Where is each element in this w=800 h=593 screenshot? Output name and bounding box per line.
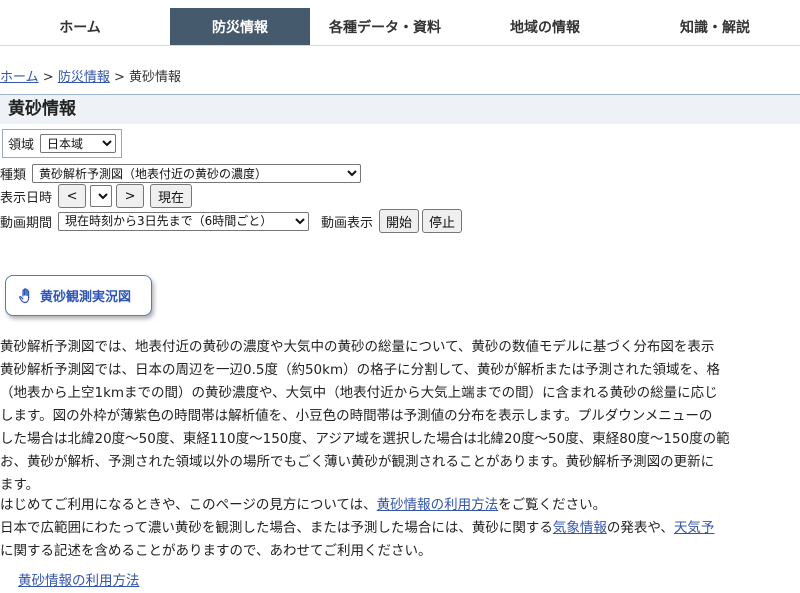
breadcrumb-bosai-link[interactable]: 防災情報 — [58, 70, 110, 85]
prev-button[interactable]: < — [58, 184, 87, 208]
animation-label: 動画表示 — [321, 215, 374, 231]
usage-guide-link[interactable]: 黄砂情報の利用方法 — [377, 497, 499, 513]
breadcrumb-current: 黄砂情報 — [129, 70, 182, 85]
region-label: 領域 — [8, 138, 35, 153]
nav-home[interactable]: ホーム — [0, 8, 160, 45]
description-paragraph: 黄砂解析予測図では、地表付近の黄砂の濃度や大気中の黄砂の総量について、黄砂の数値… — [0, 336, 800, 497]
datetime-select[interactable] — [90, 185, 113, 207]
type-label: 種類 — [0, 168, 27, 183]
observation-chart-button[interactable]: 黄砂観測実況図 — [5, 275, 152, 316]
notes-line: はじめてご利用になるときや、このページの見方については、黄砂情報の利用方法をご覧… — [0, 494, 800, 517]
nav-bosai[interactable]: 防災情報 — [170, 8, 310, 45]
region-selector-box: 領域 日本域 — [2, 129, 122, 158]
stop-button[interactable]: 停止 — [422, 209, 463, 233]
nav-region[interactable]: 地域の情報 — [460, 8, 630, 45]
type-row: 種類 黄砂解析予測図（地表付近の黄砂の濃度） — [0, 164, 362, 183]
animation-row: 動画期間 現在時刻から3日先まで（6時間ごと） 動画表示 開始 停止 — [0, 209, 463, 233]
notes-line: に関する記述を含めることがありますので、あわせてご利用ください。 — [0, 543, 432, 559]
breadcrumb-separator: > — [42, 70, 54, 85]
next-button[interactable]: > — [116, 184, 145, 208]
bottom-link-row: 黄砂情報の利用方法 — [18, 570, 318, 593]
notes-paragraph: はじめてご利用になるときや、このページの見方については、黄砂情報の利用方法をご覧… — [0, 494, 800, 563]
description-line: （地表から上空1kmまでの間）の黄砂濃度や、大気中（地表付近から大気上端までの間… — [0, 385, 718, 401]
description-line: した場合は北緯20度〜50度、東経110度〜150度、アジア域を選択した場合は北… — [0, 431, 730, 447]
notes-line: 日本で広範囲にわたって濃い黄砂を観測した場合、または予測した場合には、黄砂に関す… — [0, 517, 800, 540]
breadcrumb-home-link[interactable]: ホーム — [0, 70, 39, 85]
description-line: 黄砂解析予測図では、地表付近の黄砂の濃度や大気中の黄砂の総量について、黄砂の数値… — [0, 339, 715, 355]
breadcrumb-separator: > — [113, 70, 125, 85]
description-line: します。図の外枠が薄紫色の時間帯は解析値を、小豆色の時間帯は予測値の分布を表示し… — [0, 408, 713, 424]
nav-data[interactable]: 各種データ・資料 — [310, 8, 460, 45]
notes-text: はじめてご利用になるときや、このページの見方については、 — [0, 497, 377, 513]
notes-text: をご覧ください。 — [498, 497, 607, 513]
region-select[interactable]: 日本域 — [40, 134, 117, 153]
description-line: 黄砂解析予測図では、日本の周辺を一辺0.5度（約50km）の格子に分割して、黄砂… — [0, 362, 721, 378]
bottom-usage-link[interactable]: 黄砂情報の利用方法 — [18, 573, 140, 589]
breadcrumb: ホーム > 防災情報 > 黄砂情報 — [0, 66, 181, 85]
datetime-row: 表示日時 < > 現在 — [0, 184, 193, 208]
global-nav: ホーム 防災情報 各種データ・資料 地域の情報 知識・解説 — [0, 8, 800, 46]
datetime-label: 表示日時 — [0, 190, 53, 206]
page-title: 黄砂情報 — [0, 94, 800, 124]
hand-pointer-icon — [19, 287, 30, 303]
period-select[interactable]: 現在時刻から3日先まで（6時間ごと） — [58, 211, 310, 231]
description-line: お、黄砂が解析、予測された領域以外の場所でもごく薄い黄砂が観測されることがありま… — [0, 454, 715, 470]
nav-knowledge[interactable]: 知識・解説 — [630, 8, 800, 45]
notes-text: の発表や、 — [606, 520, 674, 536]
period-label: 動画期間 — [0, 215, 53, 231]
weather-forecast-link[interactable]: 天気予 — [674, 520, 715, 536]
weather-info-link[interactable]: 気象情報 — [553, 520, 607, 536]
type-select[interactable]: 黄砂解析予測図（地表付近の黄砂の濃度） — [32, 164, 362, 183]
notes-text: 日本で広範囲にわたって濃い黄砂を観測した場合、または予測した場合には、黄砂に関す… — [0, 520, 553, 536]
start-button[interactable]: 開始 — [379, 209, 420, 233]
now-button[interactable]: 現在 — [150, 184, 193, 208]
observation-chart-label: 黄砂観測実況図 — [40, 290, 132, 305]
